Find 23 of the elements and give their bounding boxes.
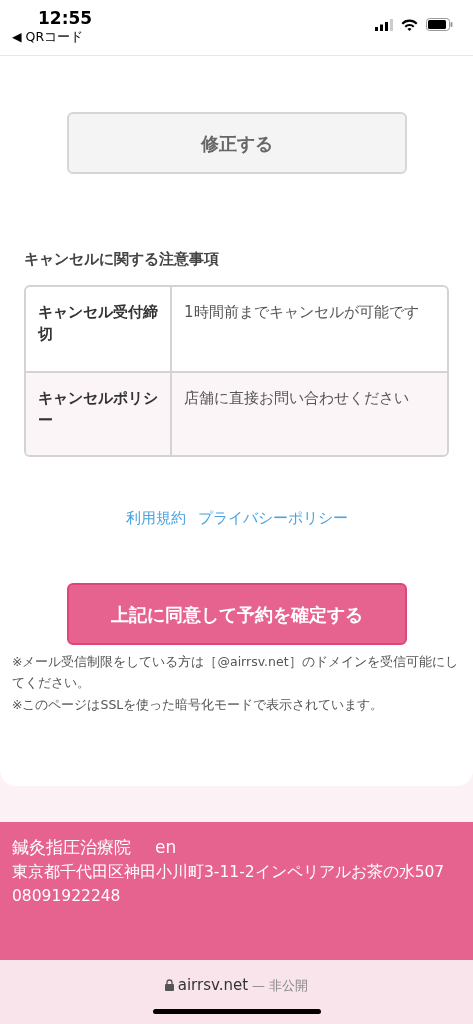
row-value: 店舗に直接お問い合わせください: [183, 387, 410, 409]
policy-link[interactable]: 利用規約: [125, 506, 186, 529]
edit-button[interactable]: 修正する: [66, 112, 407, 174]
shop-phone: 08091922248: [12, 886, 122, 908]
language-link[interactable]: en: [155, 834, 177, 861]
back-link[interactable]: ◀ QRコード: [12, 28, 93, 48]
shop-address: 東京都千代田区神田小川町3-11-2インペリアルお茶の水507: [12, 862, 446, 884]
policy-link[interactable]: プライバシーポリシー: [197, 506, 348, 529]
browsing-mode: — 非公開: [252, 976, 309, 995]
wifi-icon: [401, 18, 418, 31]
status-time: 12:55: [38, 8, 93, 29]
section-title: キャンセルに関する注意事項: [24, 249, 220, 270]
row-value: 1時間前までキャンセルが可能です: [183, 301, 420, 323]
row-label: キャンセルポリシー: [26, 372, 172, 455]
confirm-button[interactable]: 上記に同意して予約を確定する: [66, 583, 407, 645]
signal-icon: [375, 18, 393, 31]
url-domain[interactable]: airrsv.net: [177, 974, 249, 997]
battery-icon: [426, 18, 453, 31]
home-indicator[interactable]: [152, 1008, 321, 1014]
shop-name: 鍼灸指圧治療院: [12, 836, 131, 859]
lock-icon: [164, 979, 174, 992]
note-text: ※メール受信制限をしている方は［@airrsv.net］のドメインを受信可能にしてください。: [12, 653, 459, 693]
note-text: ※このページはSSLを使った暗号化モードで表示されています。: [12, 695, 385, 714]
